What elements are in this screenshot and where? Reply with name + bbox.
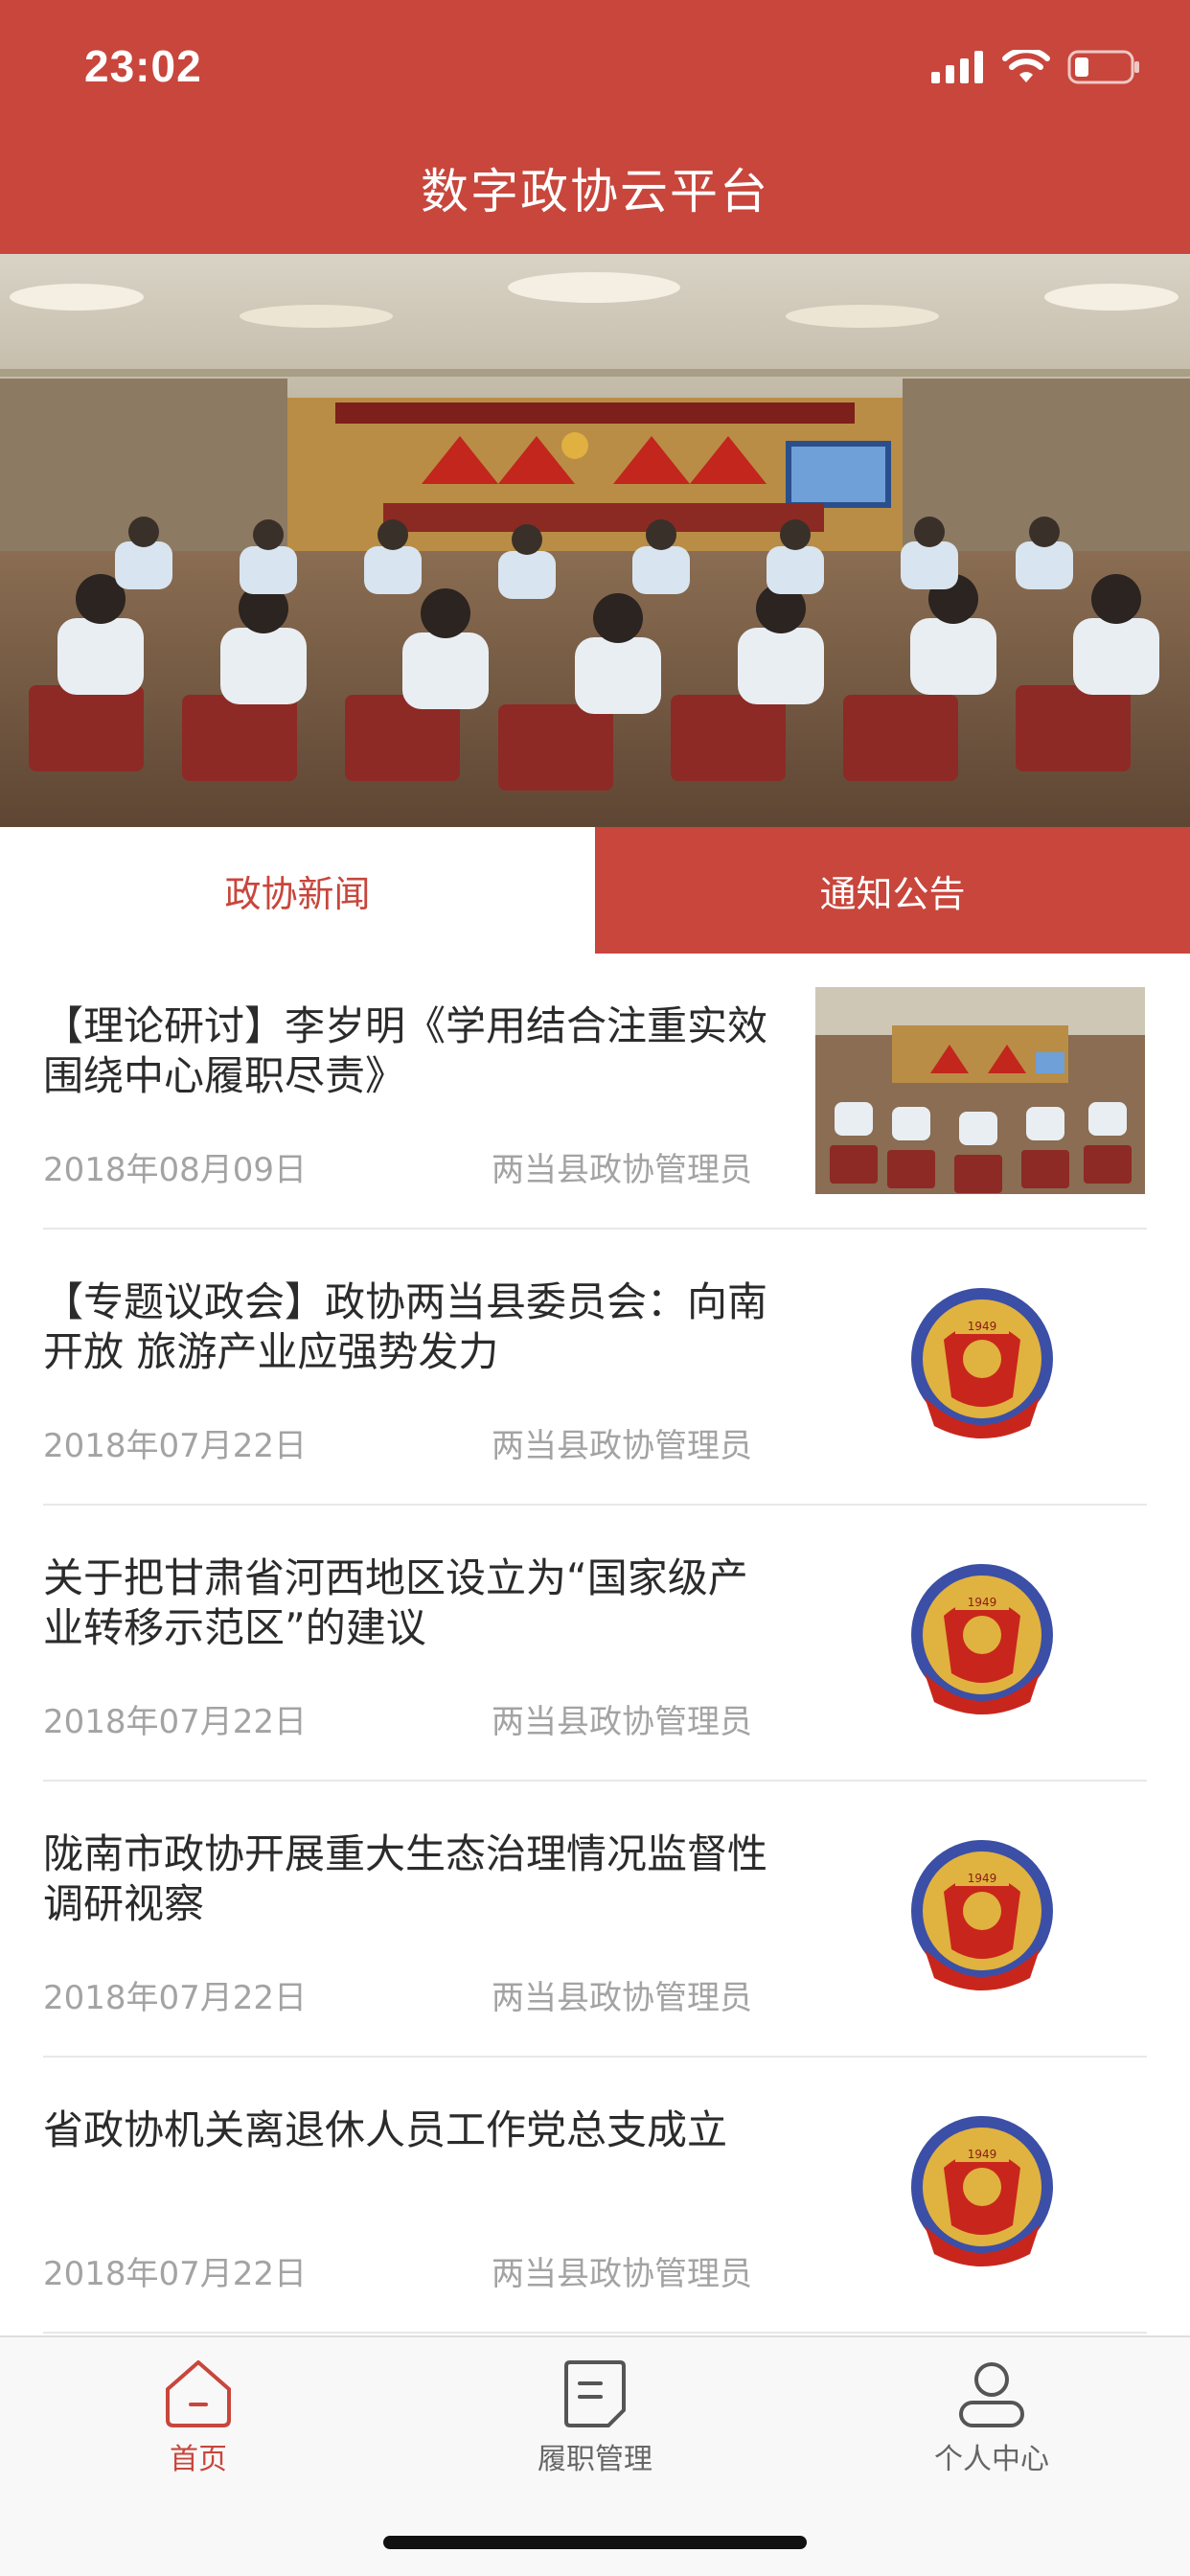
battery-icon — [1067, 50, 1139, 84]
news-date: 2018年07月22日 — [43, 1427, 308, 1465]
news-title: 【专题议政会】政协两当县委员会：向南开放 旅游产业应强势发力 — [43, 1278, 768, 1375]
news-author: 两当县政协管理员 — [492, 1151, 752, 1189]
user-icon — [959, 2362, 1024, 2427]
tab-notices[interactable]: 通知公告 — [595, 827, 1190, 954]
cppcc-emblem-icon: 1949 — [911, 1288, 1053, 1438]
status-time: 23:02 — [84, 41, 202, 91]
svg-text:1949: 1949 — [968, 1596, 997, 1609]
tabbar-duty-management[interactable]: 履职管理 — [470, 2357, 720, 2477]
svg-text:1949: 1949 — [968, 1872, 997, 1885]
tabbar-profile[interactable]: 个人中心 — [867, 2357, 1116, 2477]
cppcc-emblem-icon: 1949 — [911, 2116, 1053, 2266]
list-item[interactable]: 陇南市政协开展重大生态治理情况监督性调研视察 2018年07月22日 两当县政协… — [43, 1782, 1147, 2058]
tab-label: 政协新闻 — [224, 872, 371, 915]
news-title: 陇南市政协开展重大生态治理情况监督性调研视察 — [43, 1830, 768, 1927]
news-date: 2018年07月22日 — [43, 2255, 308, 2293]
wifi-icon — [1002, 50, 1050, 82]
signal-icon — [931, 51, 983, 83]
news-author: 两当县政协管理员 — [492, 1427, 752, 1465]
document-icon — [564, 2360, 626, 2427]
tabbar-home[interactable]: 首页 — [74, 2357, 323, 2477]
news-title: 省政协机关离退休人员工作党总支成立 — [43, 2106, 728, 2153]
home-indicator[interactable] — [383, 2536, 807, 2549]
news-list: 【理论研讨】李岁明《学用结合注重实效 围绕中心履职尽责》 2018年08月09日… — [0, 954, 1190, 2334]
list-item[interactable]: 【理论研讨】李岁明《学用结合注重实效 围绕中心履职尽责》 2018年08月09日… — [43, 954, 1147, 1230]
meeting-photo — [0, 254, 1190, 827]
tabbar-label: 个人中心 — [934, 2443, 1049, 2476]
svg-text:1949: 1949 — [968, 2148, 997, 2161]
cppcc-emblem-icon: 1949 — [911, 1840, 1053, 1990]
news-date: 2018年07月22日 — [43, 1979, 308, 2017]
app-header: 23:02 数字政协云平台 — [0, 0, 1190, 254]
news-title: 【理论研讨】李岁明《学用结合注重实效 围绕中心履职尽责》 — [43, 1002, 768, 1099]
tab-cppcc-news[interactable]: 政协新闻 — [0, 827, 595, 954]
svg-text:1949: 1949 — [968, 1320, 997, 1333]
news-author: 两当县政协管理员 — [492, 1703, 752, 1741]
news-author: 两当县政协管理员 — [492, 1979, 752, 2017]
tab-label: 通知公告 — [819, 872, 966, 915]
list-item[interactable]: 【专题议政会】政协两当县委员会：向南开放 旅游产业应强势发力 2018年07月2… — [43, 1230, 1147, 1506]
news-date: 2018年07月22日 — [43, 1703, 308, 1741]
news-tabs: 政协新闻 通知公告 — [0, 827, 1190, 954]
home-icon — [166, 2360, 231, 2427]
list-item[interactable]: 省政协机关离退休人员工作党总支成立 2018年07月22日 两当县政协管理员 1… — [43, 2058, 1147, 2334]
status-icons — [931, 50, 1140, 84]
news-date: 2018年08月09日 — [43, 1151, 308, 1189]
banner-image[interactable] — [0, 254, 1190, 827]
news-author: 两当县政协管理员 — [492, 2255, 752, 2293]
cppcc-emblem-icon: 1949 — [911, 1564, 1053, 1714]
tabbar-label: 首页 — [170, 2443, 227, 2476]
tabbar-label: 履职管理 — [538, 2443, 652, 2476]
meeting-thumbnail — [815, 987, 1145, 1194]
news-thumbnail — [815, 987, 1145, 1194]
news-title: 关于把甘肃省河西地区设立为“国家级产业转移示范区”的建议 — [43, 1554, 748, 1651]
page-title: 数字政协云平台 — [421, 164, 769, 219]
list-item[interactable]: 关于把甘肃省河西地区设立为“国家级产业转移示范区”的建议 2018年07月22日… — [43, 1506, 1147, 1782]
